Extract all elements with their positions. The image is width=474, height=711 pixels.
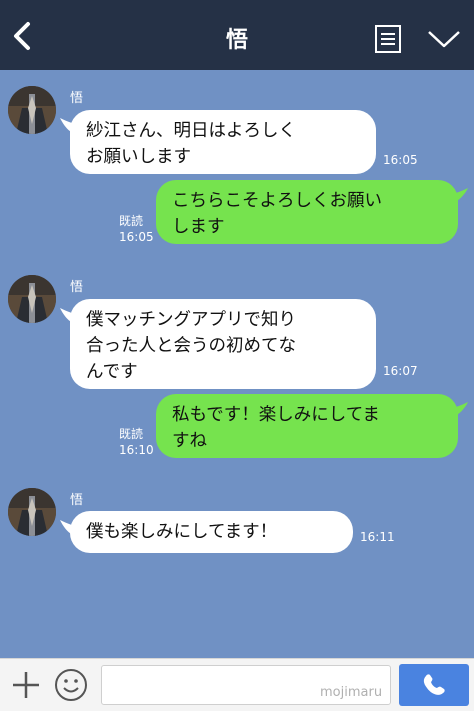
chevron-left-icon (14, 22, 30, 50)
message-list[interactable]: 悟 紗江さん、明日はよろしく お願いします 16:05 既読 16:05 こちら… (0, 70, 474, 658)
message-bubble-outgoing[interactable]: 私もです！楽しみにしてま すね (156, 394, 458, 458)
message-time: 16:11 (360, 530, 395, 544)
avatar[interactable] (8, 275, 56, 323)
back-button[interactable] (8, 20, 38, 52)
chat-title: 悟 (225, 28, 248, 53)
read-receipt: 既読 (119, 427, 144, 441)
avatar[interactable] (8, 488, 56, 536)
phone-icon (423, 674, 445, 695)
collapse-button[interactable] (426, 28, 462, 50)
bubble-tail (448, 402, 468, 418)
smile-icon (55, 669, 87, 701)
chat-header: 悟 (0, 0, 474, 70)
note-menu-button[interactable] (374, 24, 402, 54)
message-bubble-outgoing[interactable]: こちらこそよろしくお願い します (156, 180, 458, 244)
call-button[interactable] (399, 664, 469, 706)
bubble-tail (448, 188, 468, 204)
read-receipt: 既読 (119, 214, 144, 228)
note-menu-icon (375, 25, 401, 53)
message-time: 16:07 (383, 364, 418, 378)
sender-name: 悟 (70, 280, 84, 295)
chevron-down-icon (428, 31, 460, 48)
sender-name: 悟 (70, 91, 84, 106)
input-bar: mojimaru (0, 658, 474, 711)
message-time: 16:05 (119, 230, 154, 244)
avatar[interactable] (8, 86, 56, 134)
message-bubble-incoming[interactable]: 僕も楽しみにしてます！ (70, 511, 353, 553)
watermark: mojimaru (320, 685, 383, 700)
message-bubble-incoming[interactable]: 僕マッチングアプリで知り 合った人と会うの初めてな んです (70, 299, 376, 389)
add-button[interactable] (10, 669, 42, 701)
sender-name: 悟 (70, 493, 84, 508)
message-time: 16:10 (119, 443, 154, 457)
plus-icon (13, 672, 39, 698)
emoji-button[interactable] (54, 668, 88, 702)
message-bubble-incoming[interactable]: 紗江さん、明日はよろしく お願いします (70, 110, 376, 174)
message-time: 16:05 (383, 153, 418, 167)
